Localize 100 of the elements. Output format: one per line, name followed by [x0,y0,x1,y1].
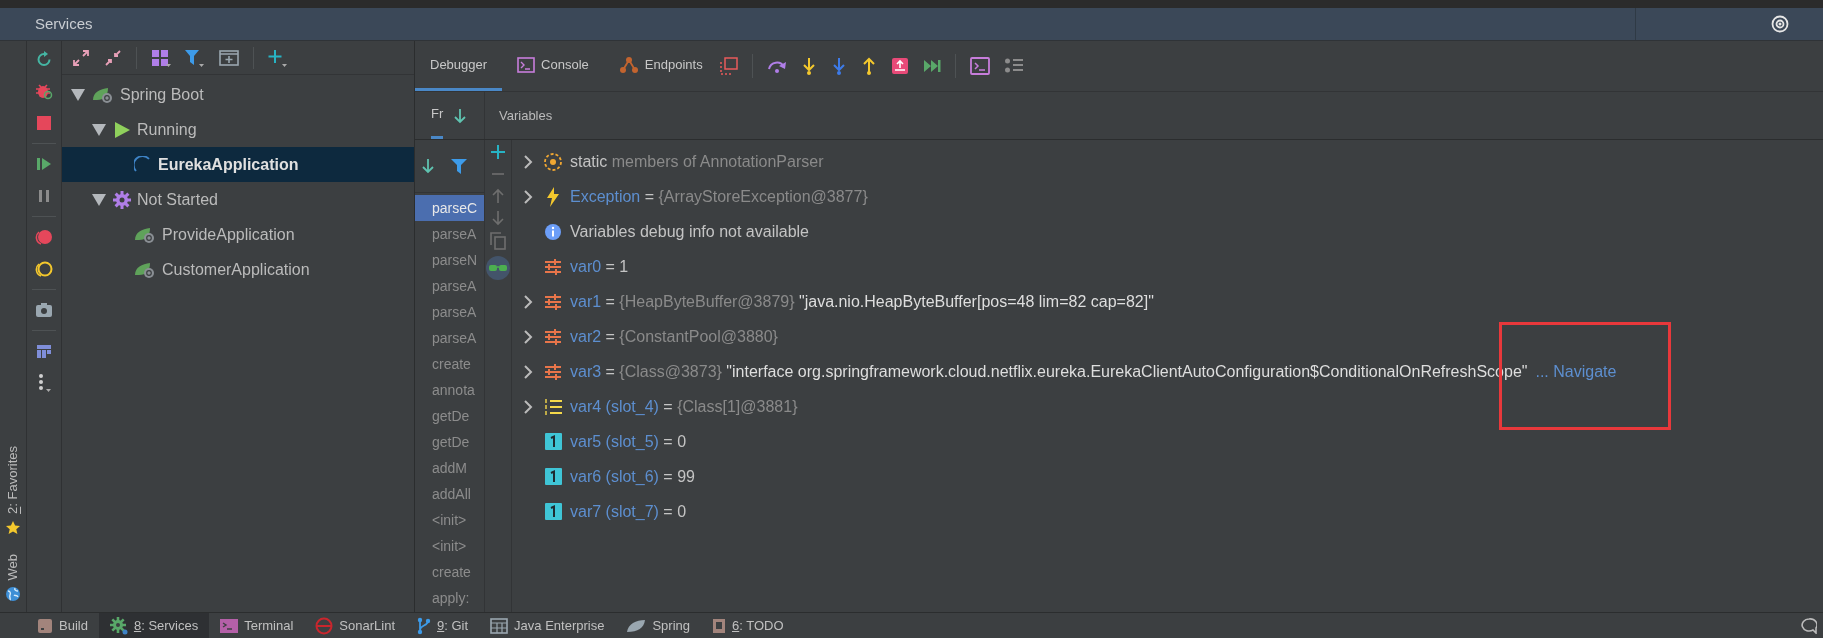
sliders-icon [544,258,562,275]
tool-window-tab[interactable]: 6: TODO [701,613,795,638]
filter-icon[interactable] [451,158,467,174]
tree-label: CustomerApplication [161,259,310,280]
frame-item[interactable]: parseA [415,221,484,247]
tree-label: EurekaApplication [157,154,299,175]
collapse-arrow-icon[interactable] [91,192,109,207]
frame-item[interactable]: apply: [415,585,484,611]
table-icon [490,617,509,634]
variable-text: var2 = {ConstantPool@3880} [570,326,778,347]
lightning-icon [546,186,560,207]
event-log-icon[interactable] [1801,617,1817,634]
frame-item[interactable]: parseA [415,273,484,299]
frame-item[interactable]: create [415,559,484,585]
variable-text: var5 (slot_5) = 0 [570,431,687,452]
sliders-icon [544,363,562,380]
tool-window-tab[interactable]: Build [26,613,99,638]
mute-breakpoints-icon[interactable] [35,260,53,278]
group-icon[interactable] [151,48,171,67]
square-icon [544,468,562,485]
variable-text: Exception = {ArrayStoreException@3877} [570,186,868,207]
bug-icon[interactable] [35,82,53,100]
more-icon[interactable] [37,373,51,393]
step-into-icon[interactable] [800,57,817,75]
tree-row[interactable]: Not Started [62,182,414,217]
tool-window-tab[interactable]: Java Enterprise [479,613,616,638]
frame-item[interactable]: parseC [415,195,484,221]
new-tab-icon[interactable] [219,49,239,66]
tool-window-tab[interactable]: Web [3,553,23,580]
down-arrow-icon[interactable] [421,158,435,174]
layout-icon[interactable] [36,343,52,359]
glasses-icon[interactable] [486,256,510,280]
collapse-arrow-icon[interactable] [91,122,109,137]
gear-icon [113,190,131,209]
frame-item[interactable]: parseN [415,247,484,273]
stop-icon[interactable] [36,115,52,131]
trace-icon[interactable] [1003,57,1024,75]
run-to-cursor-icon[interactable] [922,58,941,74]
frame-item[interactable]: <init> [415,533,484,559]
collapse-all-icon[interactable] [104,48,122,67]
drop-frame-icon[interactable] [890,57,909,75]
restore-layout-icon[interactable] [719,57,738,75]
no-entry-icon [315,616,334,635]
add-icon[interactable] [268,48,288,67]
variable-text: Variables debug info not available [570,221,809,242]
frame-item[interactable]: addAll [415,481,484,507]
tool-window-tab[interactable]: SonarLint [304,613,406,638]
variable-text: static members of AnnotationParser [570,151,824,172]
sliders-icon [544,293,562,310]
tree-row[interactable]: CustomerApplication [62,252,414,287]
square-icon [544,433,562,450]
target-icon[interactable] [1771,15,1789,33]
tree-row[interactable]: Running [62,112,414,147]
square-icon [544,503,562,520]
frame-item[interactable]: getDe [415,403,484,429]
variables-label: Variables [498,106,553,125]
frame-item[interactable]: parseA [415,325,484,351]
panel-title: Services [34,13,93,34]
tool-window-tab[interactable]: Spring [615,613,701,638]
tree-row[interactable]: Spring Boot [62,77,414,112]
tool-window-tab[interactable]: 9: Git [406,613,480,638]
list-icon [544,398,562,415]
tab[interactable]: Debugger [415,41,503,91]
tree-row[interactable]: EurekaApplication [62,147,414,182]
tool-window-tab[interactable]: 2: Favorites [3,445,23,514]
tool-window-tab[interactable]: 8: Services [98,613,210,638]
tab[interactable]: Console [502,41,604,91]
collapse-arrow-icon[interactable] [70,87,88,102]
tab[interactable]: Endpoints [603,41,718,91]
frame-item[interactable]: create [415,351,484,377]
tree-label: Running [136,119,197,140]
tree-label: ProvideApplication [161,224,295,245]
variable-text: var1 = {HeapByteBuffer@3879} "java.nio.HeapByteBuffer[pos=48 lim=82 cap=82]" [570,291,1154,312]
resume-icon[interactable] [35,155,53,173]
tree-row[interactable]: ProvideApplication [62,217,414,252]
globe-icon[interactable] [5,586,21,602]
todo-icon [712,617,726,634]
navigate-link[interactable]: ... Navigate [1533,359,1617,384]
endpoints-icon [618,55,639,74]
star-icon [5,519,21,536]
frame-item[interactable]: getDe [415,429,484,455]
force-step-into-icon[interactable] [830,57,847,75]
expand-all-icon[interactable] [72,48,90,67]
rerun-icon[interactable] [35,50,53,68]
breakpoints-icon[interactable] [35,228,53,246]
filter-icon[interactable] [185,48,205,67]
frame-item[interactable]: <init> [415,507,484,533]
pause-icon[interactable] [36,188,52,204]
frame-item[interactable]: annota [415,377,484,403]
tool-window-tab[interactable]: Terminal [209,613,305,638]
tree-label: Spring Boot [119,84,204,105]
frames-tab[interactable]: Fr [431,92,444,139]
variable-text: var0 = 1 [570,256,629,277]
info-icon [544,222,562,241]
down-arrow-icon[interactable] [453,107,468,124]
frame-item[interactable]: addM [415,455,484,481]
evaluate-icon[interactable] [969,57,990,75]
camera-icon[interactable] [35,302,53,318]
add-icon[interactable] [490,144,506,160]
frame-item[interactable]: parseA [415,299,484,325]
